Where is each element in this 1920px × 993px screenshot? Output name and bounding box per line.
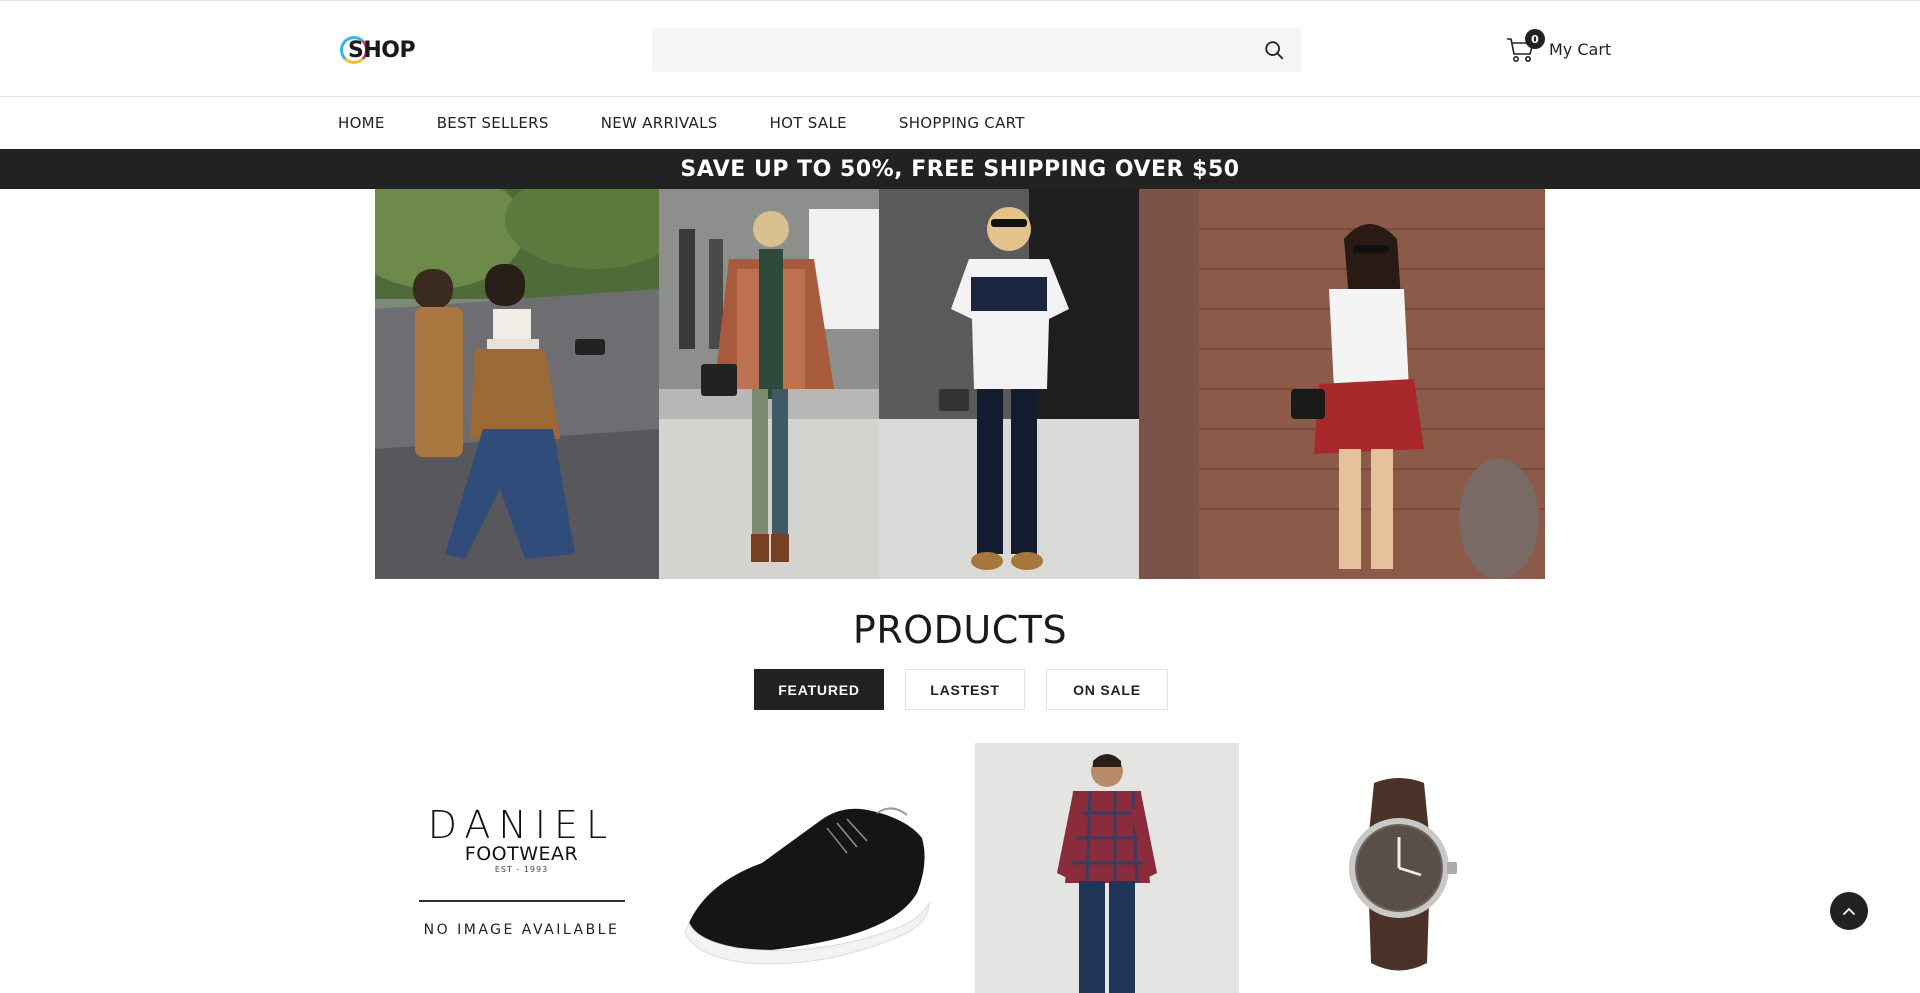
shop-logo[interactable]: SHOP <box>340 34 416 66</box>
no-image-placeholder: DANIEL FOOTWEAR EST - 1993 NO IMAGE AVAI… <box>375 803 668 938</box>
tab-lastest[interactable]: LASTEST <box>905 669 1025 710</box>
hero-image-street-duo <box>375 189 659 579</box>
product-tabs: FEATURED LASTEST ON SALE <box>754 669 1189 710</box>
brand-est: EST - 1993 <box>494 865 549 874</box>
brand-name: DANIEL <box>427 803 616 847</box>
header-bar: SHOP 0 My Cart <box>0 0 1920 97</box>
hero-image-brick-wall <box>1139 189 1545 579</box>
hero-image-striped-tee <box>879 189 1139 579</box>
search-bar <box>652 28 1301 72</box>
products-section-title: PRODUCTS <box>852 608 1068 652</box>
no-image-text: NO IMAGE AVAILABLE <box>423 922 620 938</box>
nav-item-shopping-cart[interactable]: SHOPPING CART <box>899 114 1025 132</box>
cart-link[interactable]: 0 My Cart <box>1505 29 1612 65</box>
nav-item-hot-sale[interactable]: HOT SALE <box>770 114 847 132</box>
product-image-plaid-shirt <box>975 743 1239 993</box>
search-input[interactable] <box>652 28 1301 72</box>
product-grid: DANIEL FOOTWEAR EST - 1993 NO IMAGE AVAI… <box>375 743 1545 993</box>
nav-item-home[interactable]: HOME <box>338 114 385 132</box>
chevron-up-icon <box>1843 908 1855 915</box>
cart-count-badge: 0 <box>1525 29 1545 49</box>
product-card[interactable] <box>667 743 959 993</box>
product-image-sneaker <box>684 807 930 965</box>
logo-text: SHOP <box>348 37 416 63</box>
tab-featured[interactable]: FEATURED <box>754 669 884 710</box>
nav-item-best-sellers[interactable]: BEST SELLERS <box>437 114 549 132</box>
main-nav: HOME BEST SELLERS NEW ARRIVALS HOT SALE … <box>0 97 1920 149</box>
promo-banner: SAVE UP TO 50%, FREE SHIPPING OVER $50 <box>0 149 1920 189</box>
product-card[interactable] <box>975 743 1239 993</box>
nav-item-new-arrivals[interactable]: NEW ARRIVALS <box>601 114 718 132</box>
hero-image-plaid-poncho <box>659 189 879 579</box>
product-card[interactable]: DANIEL FOOTWEAR EST - 1993 NO IMAGE AVAI… <box>375 743 668 993</box>
back-to-top-button[interactable] <box>1830 892 1868 930</box>
hero-banner[interactable] <box>375 189 1545 579</box>
cart-icon: 0 <box>1505 29 1545 65</box>
brand-subtitle: FOOTWEAR <box>464 843 579 865</box>
search-icon[interactable] <box>1263 39 1285 61</box>
tab-on-sale[interactable]: ON SALE <box>1046 669 1168 710</box>
divider-line <box>418 900 625 902</box>
product-image-watch <box>1349 778 1457 971</box>
product-card[interactable] <box>1259 743 1545 993</box>
cart-label: My Cart <box>1549 39 1612 59</box>
